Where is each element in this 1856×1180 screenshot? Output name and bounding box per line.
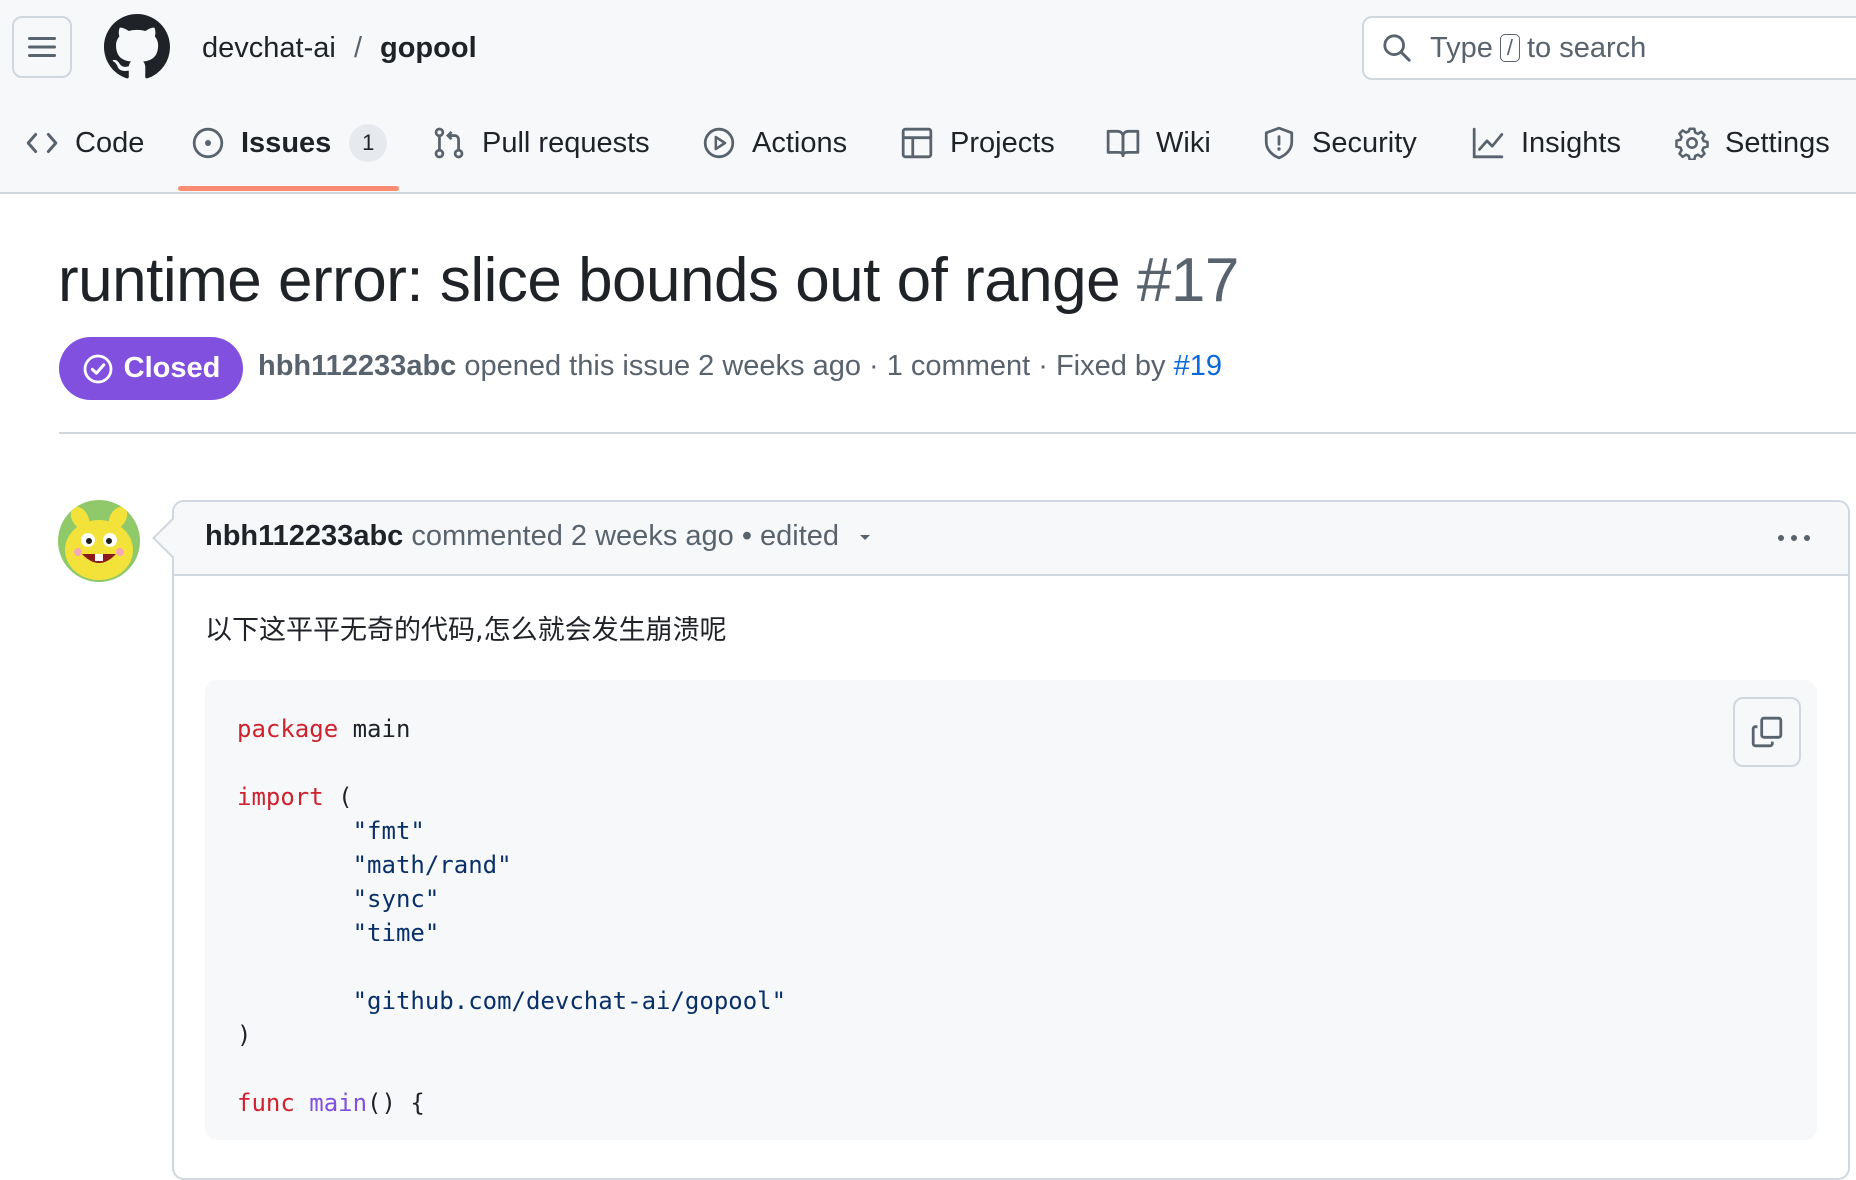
- tab-projects-label: Projects: [950, 126, 1055, 159]
- code-keyword: func: [237, 1089, 295, 1117]
- issue-opened-icon: [192, 127, 224, 159]
- tab-pull-requests[interactable]: Pull requests: [432, 120, 650, 166]
- code-block: [205, 680, 1817, 1140]
- code-line: import (: [237, 782, 353, 812]
- hamburger-icon: [28, 37, 56, 57]
- tab-actions[interactable]: Actions: [702, 120, 847, 166]
- avatar[interactable]: [58, 500, 140, 582]
- breadcrumb-repo[interactable]: gopool: [380, 28, 477, 68]
- issue-number: #17: [1136, 246, 1239, 315]
- git-pull-request-icon: [434, 127, 464, 159]
- code-string: "math/rand": [237, 851, 512, 879]
- tab-issues[interactable]: Issues 1: [191, 120, 388, 166]
- search-input[interactable]: Type / to search: [1362, 16, 1856, 80]
- issue-state-label: Closed: [123, 352, 221, 384]
- gear-icon: [1675, 127, 1709, 160]
- breadcrumb-owner[interactable]: devchat-ai: [202, 28, 336, 68]
- search-icon: [1383, 34, 1411, 62]
- fixed-by-link[interactable]: #19: [1174, 350, 1222, 382]
- triangle-down-icon: [860, 535, 871, 541]
- code-icon: [26, 133, 58, 153]
- edited-dropdown[interactable]: • edited: [742, 520, 873, 552]
- code-string: "github.com/devchat-ai/gopool": [237, 987, 787, 1015]
- issues-counter: 1: [349, 124, 388, 162]
- global-menu-button[interactable]: [12, 16, 72, 78]
- code-text: () {: [367, 1089, 425, 1117]
- tab-security-label: Security: [1312, 126, 1417, 159]
- tab-insights[interactable]: Insights: [1471, 120, 1621, 166]
- tab-wiki-label: Wiki: [1156, 126, 1211, 159]
- copy-icon: [1751, 716, 1783, 748]
- tab-code-label: Code: [75, 126, 145, 159]
- code-text: (: [323, 783, 353, 811]
- issue-closed-icon: [83, 354, 113, 383]
- tab-code[interactable]: Code: [25, 120, 144, 166]
- tab-actions-label: Actions: [752, 126, 848, 159]
- tab-settings[interactable]: Settings: [1675, 120, 1830, 166]
- issue-title: runtime error: slice bounds out of range…: [58, 244, 1239, 318]
- tab-settings-label: Settings: [1725, 126, 1830, 159]
- code-function: main: [294, 1089, 368, 1117]
- tab-projects[interactable]: Projects: [900, 120, 1055, 166]
- code-line: package main: [237, 714, 410, 744]
- play-icon: [703, 127, 735, 159]
- code-string: "fmt": [237, 817, 425, 845]
- code-text: ): [237, 1021, 252, 1049]
- issue-meta: hbh112233abc opened this issue 2 weeks a…: [258, 350, 1222, 383]
- search-placeholder-prefix: Type: [1430, 31, 1493, 64]
- github-logo-icon[interactable]: [104, 14, 170, 80]
- edited-label: • edited: [741, 520, 840, 552]
- shield-icon: [1264, 126, 1294, 160]
- code-keyword: import: [237, 783, 324, 811]
- code-keyword: package: [237, 715, 339, 743]
- kebab-horizontal-icon: [1778, 535, 1810, 541]
- tab-issues-label: Issues: [241, 126, 332, 159]
- code-line: func main() {: [237, 1088, 425, 1118]
- header-divider: [59, 432, 1856, 434]
- issue-state-badge: Closed: [59, 337, 243, 400]
- issue-author-link[interactable]: hbh112233abc: [258, 350, 456, 382]
- tab-pull-requests-label: Pull requests: [482, 126, 650, 159]
- comment-author-link[interactable]: hbh112233abc: [205, 520, 403, 552]
- selected-tab-indicator: [178, 186, 399, 191]
- code-text: main: [338, 715, 411, 743]
- tab-insights-label: Insights: [1521, 126, 1621, 159]
- search-shortcut-key: /: [1499, 34, 1520, 62]
- book-icon: [1106, 129, 1140, 158]
- code-string: "time": [237, 919, 440, 947]
- graph-icon: [1472, 127, 1504, 159]
- tab-security[interactable]: Security: [1262, 120, 1417, 166]
- comment-body-text: 以下这平平无奇的代码,怎么就会发生崩溃呢: [205, 615, 727, 646]
- tab-wiki[interactable]: Wiki: [1106, 120, 1211, 166]
- code-string: "sync": [237, 885, 440, 913]
- comment-options-button[interactable]: [1774, 520, 1814, 556]
- copy-button[interactable]: [1733, 697, 1801, 767]
- issue-opened-text: opened this issue 2 weeks ago · 1 commen…: [464, 350, 1166, 382]
- breadcrumb-separator: /: [354, 32, 363, 64]
- issue-title-text: runtime error: slice bounds out of range: [58, 246, 1121, 315]
- search-placeholder-suffix: to search: [1527, 31, 1647, 64]
- comment-header-text: hbh112233abc commented 2 weeks ago • edi…: [205, 520, 873, 553]
- table-icon: [901, 127, 933, 159]
- comment-timestamp[interactable]: commented 2 weeks ago: [411, 520, 733, 552]
